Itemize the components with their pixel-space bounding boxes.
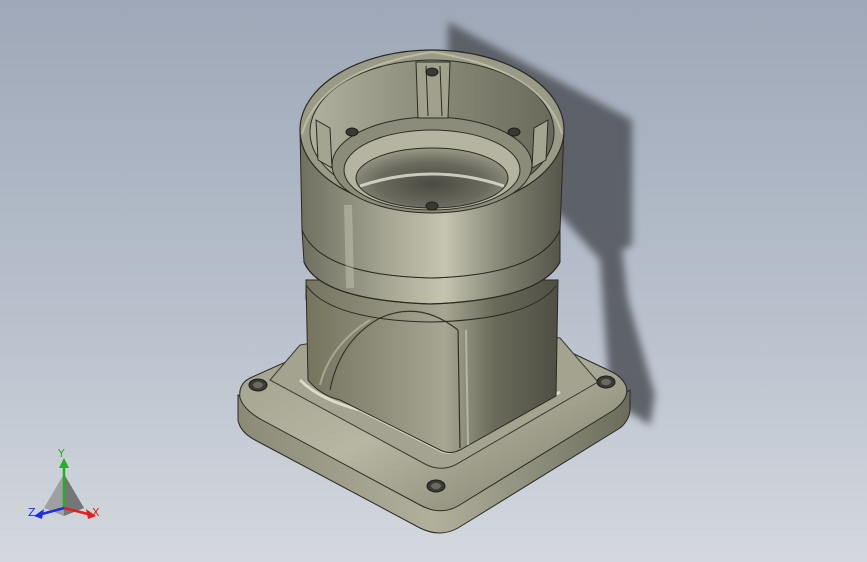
mounting-hole bbox=[596, 375, 616, 389]
graphics-viewport[interactable]: Y X Z bbox=[0, 0, 867, 562]
mounting-hole bbox=[426, 479, 446, 493]
rim-bolt-hole bbox=[507, 127, 521, 137]
view-triad[interactable]: Y X Z bbox=[24, 448, 104, 524]
rim-bolt-hole bbox=[345, 127, 359, 137]
x-axis-label: X bbox=[92, 506, 100, 519]
z-axis-label: Z bbox=[28, 506, 36, 519]
rim-bolt-hole bbox=[425, 67, 439, 77]
y-axis-label: Y bbox=[57, 448, 65, 460]
model-view[interactable] bbox=[0, 0, 867, 562]
rim-bolt-hole bbox=[425, 201, 439, 211]
mounting-hole bbox=[248, 378, 268, 392]
